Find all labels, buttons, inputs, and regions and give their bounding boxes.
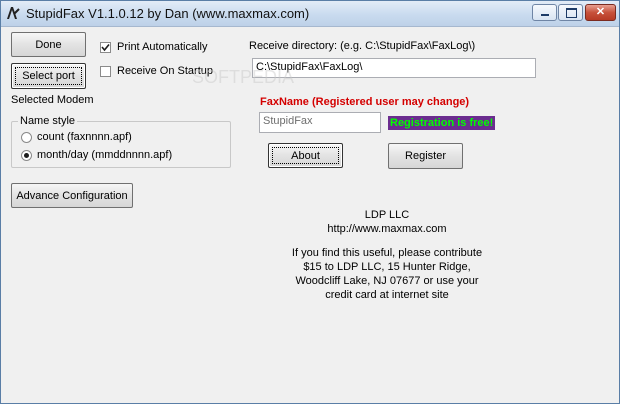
contribute-line: If you find this useful, please contribu… <box>291 247 483 259</box>
registration-free-badge: Registration is free! <box>388 116 496 130</box>
close-button[interactable]: ✕ <box>585 4 616 21</box>
faxname-input[interactable]: StupidFax <box>259 112 381 133</box>
print-automatically-checkbox[interactable] <box>100 42 111 53</box>
register-button[interactable]: Register <box>388 143 463 169</box>
select-port-button[interactable]: Select port <box>11 63 86 89</box>
about-button[interactable]: About <box>268 143 343 168</box>
title-bar[interactable]: StupidFax V1.1.0.12 by Dan (www.maxmax.c… <box>1 1 619 27</box>
selected-modem-label: Selected Modem <box>11 94 94 106</box>
receive-on-startup-checkbox[interactable] <box>100 66 111 77</box>
done-button[interactable]: Done <box>11 32 86 57</box>
radio-count[interactable] <box>21 132 32 143</box>
contribute-line: credit card at internet site <box>325 289 449 301</box>
check-mark-icon <box>101 43 110 52</box>
client-area: Done Select port Print Automatically Rec… <box>2 27 614 398</box>
window-title: StupidFax V1.1.0.12 by Dan (www.maxmax.c… <box>26 6 310 21</box>
contribute-line: Woodcliff Lake, NJ 07677 or use your <box>295 275 479 287</box>
company-url: http://www.maxmax.com <box>327 223 447 235</box>
maximize-button[interactable] <box>558 4 583 21</box>
info-block: LDP LLC http://www.maxmax.com If you fin… <box>282 208 492 302</box>
advance-configuration-button[interactable]: Advance Configuration <box>11 183 133 208</box>
name-style-title: Name style <box>18 115 78 127</box>
receive-directory-label: Receive directory: (e.g. C:\StupidFax\Fa… <box>249 40 476 52</box>
app-window: StupidFax V1.1.0.12 by Dan (www.maxmax.c… <box>0 0 620 404</box>
minimize-icon <box>541 14 549 16</box>
register-label: Register <box>405 150 446 162</box>
radio-month-day[interactable] <box>21 150 32 161</box>
about-label: About <box>291 149 320 162</box>
company-name: LDP LLC <box>364 209 410 221</box>
radio-month-day-label[interactable]: month/day (mmddnnnn.apf) <box>37 149 172 161</box>
contribute-line: $15 to LDP LLC, 15 Hunter Ridge, <box>303 261 471 273</box>
app-fax-icon[interactable] <box>5 5 21 21</box>
receive-directory-input[interactable]: C:\StupidFax\FaxLog\ <box>252 58 536 78</box>
watermark: SOFTPEDIA <box>192 67 295 87</box>
close-icon: ✕ <box>595 6 606 18</box>
print-automatically-label[interactable]: Print Automatically <box>117 41 207 53</box>
done-label: Done <box>35 38 62 51</box>
maximize-icon <box>566 8 577 18</box>
faxname-label: FaxName (Registered user may change) <box>260 96 470 108</box>
radio-selected-dot <box>24 153 29 158</box>
select-port-label: Select port <box>22 70 75 82</box>
radio-count-label[interactable]: count (faxnnnn.apf) <box>37 131 132 143</box>
advance-configuration-label: Advance Configuration <box>16 189 128 202</box>
minimize-button[interactable] <box>532 4 557 21</box>
